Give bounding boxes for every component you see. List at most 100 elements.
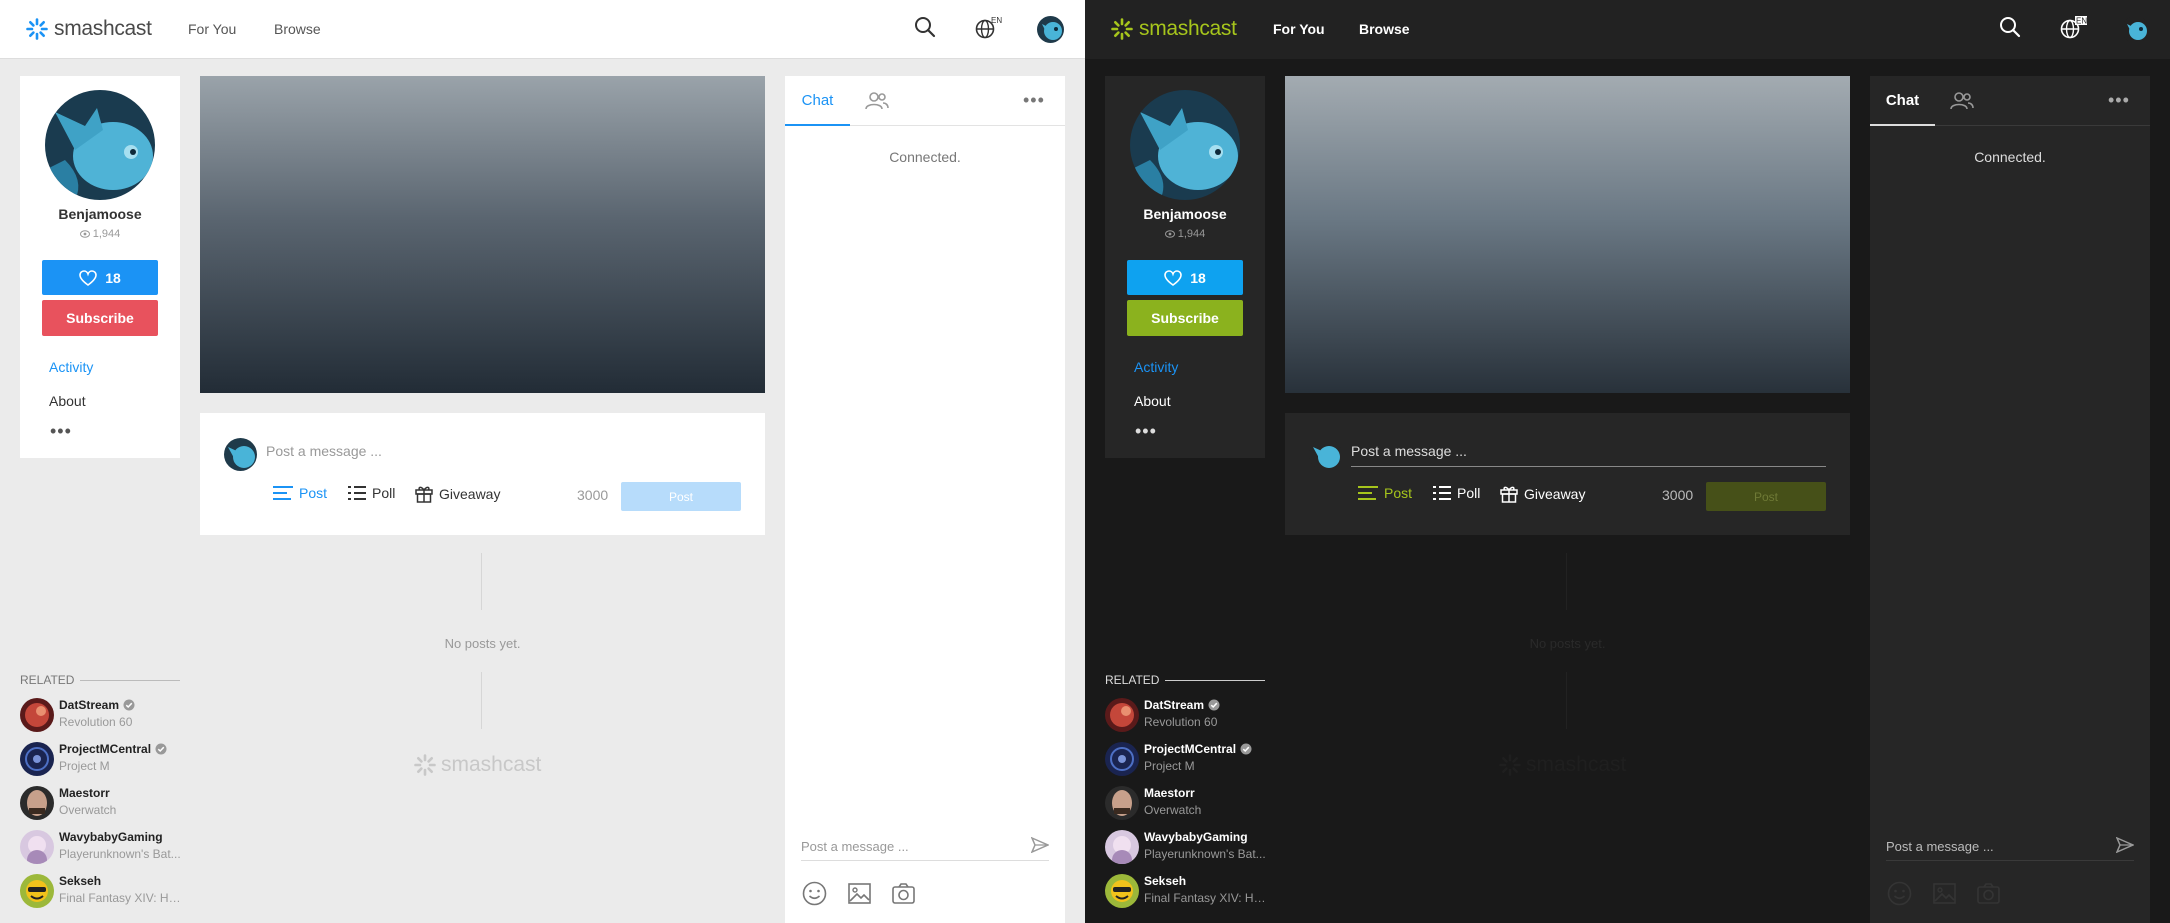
related-avatar	[20, 874, 54, 908]
post-type-post[interactable]: Post	[273, 485, 327, 501]
profile-menu-about[interactable]: About	[49, 393, 86, 409]
profile-card: Benjamoose 1,944 18 Subscribe Activity A…	[20, 76, 180, 458]
related-heading: RELATED	[1105, 673, 1265, 687]
profile-more-button[interactable]: •••	[1135, 422, 1157, 440]
lines-icon	[1358, 486, 1378, 500]
subscribe-button[interactable]: Subscribe	[42, 300, 158, 336]
related-game: Overwatch	[1144, 803, 1202, 817]
related-channel[interactable]: WavybabyGaming Playerunknown's Bat...	[20, 827, 185, 867]
nav-for-you[interactable]: For You	[1273, 21, 1325, 37]
character-counter: 3000	[1662, 487, 1694, 503]
post-message-input[interactable]: Post a message ...	[1351, 443, 1826, 467]
related-game: Project M	[59, 759, 110, 773]
smashcast-logo-icon	[26, 18, 48, 40]
profile-more-button[interactable]: •••	[50, 422, 72, 440]
no-posts-text: No posts yet.	[1529, 636, 1606, 651]
search-icon[interactable]	[914, 16, 936, 43]
chat-message-input[interactable]: Post a message ...	[1886, 831, 2135, 861]
related-channel[interactable]: DatStream Revolution 60	[1105, 695, 1270, 735]
emoji-icon[interactable]	[802, 881, 827, 911]
related-channel[interactable]: ProjectMCentral Project M	[1105, 739, 1270, 779]
related-name-text: ProjectMCentral	[59, 742, 152, 756]
send-icon[interactable]	[2115, 836, 2135, 856]
related-avatar	[1105, 786, 1139, 820]
chat-input-placeholder: Post a message ...	[1886, 839, 1994, 854]
top-navigation-bar: smashcast For You Browse EN	[0, 0, 1085, 59]
post-submit-button[interactable]: Post	[621, 482, 741, 511]
related-name-text: DatStream	[59, 698, 120, 712]
post-submit-button[interactable]: Post	[1706, 482, 1826, 511]
video-player[interactable]	[200, 76, 765, 393]
image-icon[interactable]	[847, 881, 872, 911]
user-avatar[interactable]	[1037, 16, 1064, 43]
chat-input-placeholder: Post a message ...	[801, 839, 909, 854]
related-name-text: Sekseh	[1144, 874, 1187, 888]
subscribe-button[interactable]: Subscribe	[1127, 300, 1243, 336]
related-channel[interactable]: Maestorr Overwatch	[20, 783, 185, 823]
nav-browse[interactable]: Browse	[1359, 21, 1410, 37]
globe-icon[interactable]: EN	[2060, 16, 2088, 45]
globe-icon[interactable]: EN	[975, 16, 1003, 45]
emoji-icon[interactable]	[1887, 881, 1912, 911]
related-channel[interactable]: Sekseh Final Fantasy XIV: He...	[20, 871, 185, 911]
post-message-input[interactable]: Post a message ...	[266, 443, 741, 467]
related-heading-text: RELATED	[1105, 673, 1160, 687]
post-type-poll[interactable]: Poll	[1433, 485, 1480, 501]
chat-message-input[interactable]: Post a message ...	[801, 831, 1050, 861]
like-button[interactable]: 18	[42, 260, 158, 295]
post-type-giveaway[interactable]: Giveaway	[415, 485, 500, 503]
chat-tabs: Chat •••	[1870, 76, 2150, 126]
feed-divider-top	[481, 553, 482, 610]
post-type-poll-label: Poll	[372, 485, 396, 501]
post-type-post[interactable]: Post	[1358, 485, 1412, 501]
send-icon[interactable]	[1030, 836, 1050, 856]
post-type-post-label: Post	[1384, 485, 1413, 501]
profile-menu-activity[interactable]: Activity	[49, 359, 93, 375]
smashcast-logo[interactable]: smashcast	[1111, 17, 1237, 41]
related-channel[interactable]: WavybabyGaming Playerunknown's Bat...	[1105, 827, 1270, 867]
user-avatar[interactable]	[2122, 16, 2149, 43]
watermark-text: smashcast	[441, 753, 542, 776]
profile-menu-activity[interactable]: Activity	[1134, 359, 1178, 375]
lines-icon	[273, 486, 293, 500]
image-icon[interactable]	[1932, 881, 1957, 911]
related-avatar	[1105, 830, 1139, 864]
profile-menu-about[interactable]: About	[1134, 393, 1171, 409]
character-counter: 3000	[577, 487, 609, 503]
smashcast-logo[interactable]: smashcast	[26, 17, 152, 41]
smashcast-watermark: smashcast	[1499, 753, 1626, 777]
chat-panel: Chat ••• Connected. Post a message ...	[785, 76, 1065, 923]
related-channel[interactable]: ProjectMCentral Project M	[20, 739, 185, 779]
camera-icon[interactable]	[1976, 881, 2001, 911]
related-channel[interactable]: DatStream Revolution 60	[20, 695, 185, 735]
like-button[interactable]: 18	[1127, 260, 1243, 295]
related-name: ProjectMCentral	[59, 742, 167, 756]
search-icon[interactable]	[1999, 16, 2021, 43]
chat-options-button[interactable]: •••	[1023, 90, 1045, 111]
related-name-text: Sekseh	[59, 874, 102, 888]
watermark-text: smashcast	[1526, 753, 1627, 776]
nav-for-you[interactable]: For You	[188, 21, 236, 37]
related-game: Final Fantasy XIV: He...	[1144, 891, 1269, 905]
post-type-giveaway[interactable]: Giveaway	[1500, 485, 1585, 503]
video-player[interactable]	[1285, 76, 1850, 393]
verified-icon	[123, 699, 135, 711]
language-badge: EN	[2076, 17, 2087, 26]
users-icon[interactable]	[1950, 92, 1974, 115]
gift-icon	[1500, 486, 1518, 503]
chat-options-button[interactable]: •••	[2108, 90, 2130, 111]
camera-icon[interactable]	[891, 881, 916, 911]
related-channel[interactable]: Maestorr Overwatch	[1105, 783, 1270, 823]
views-count: 1,944	[1177, 228, 1206, 240]
users-icon[interactable]	[865, 92, 889, 115]
nav-browse[interactable]: Browse	[274, 21, 321, 37]
related-rule	[80, 679, 180, 681]
tab-chat[interactable]: Chat	[1870, 76, 1935, 126]
related-channel[interactable]: Sekseh Final Fantasy XIV: He...	[1105, 871, 1270, 911]
post-type-post-label: Post	[299, 485, 328, 501]
tab-chat[interactable]: Chat	[785, 76, 850, 126]
related-avatar	[20, 698, 54, 732]
like-count: 18	[1190, 269, 1206, 286]
related-game: Project M	[1144, 759, 1195, 773]
post-type-poll[interactable]: Poll	[348, 485, 395, 501]
